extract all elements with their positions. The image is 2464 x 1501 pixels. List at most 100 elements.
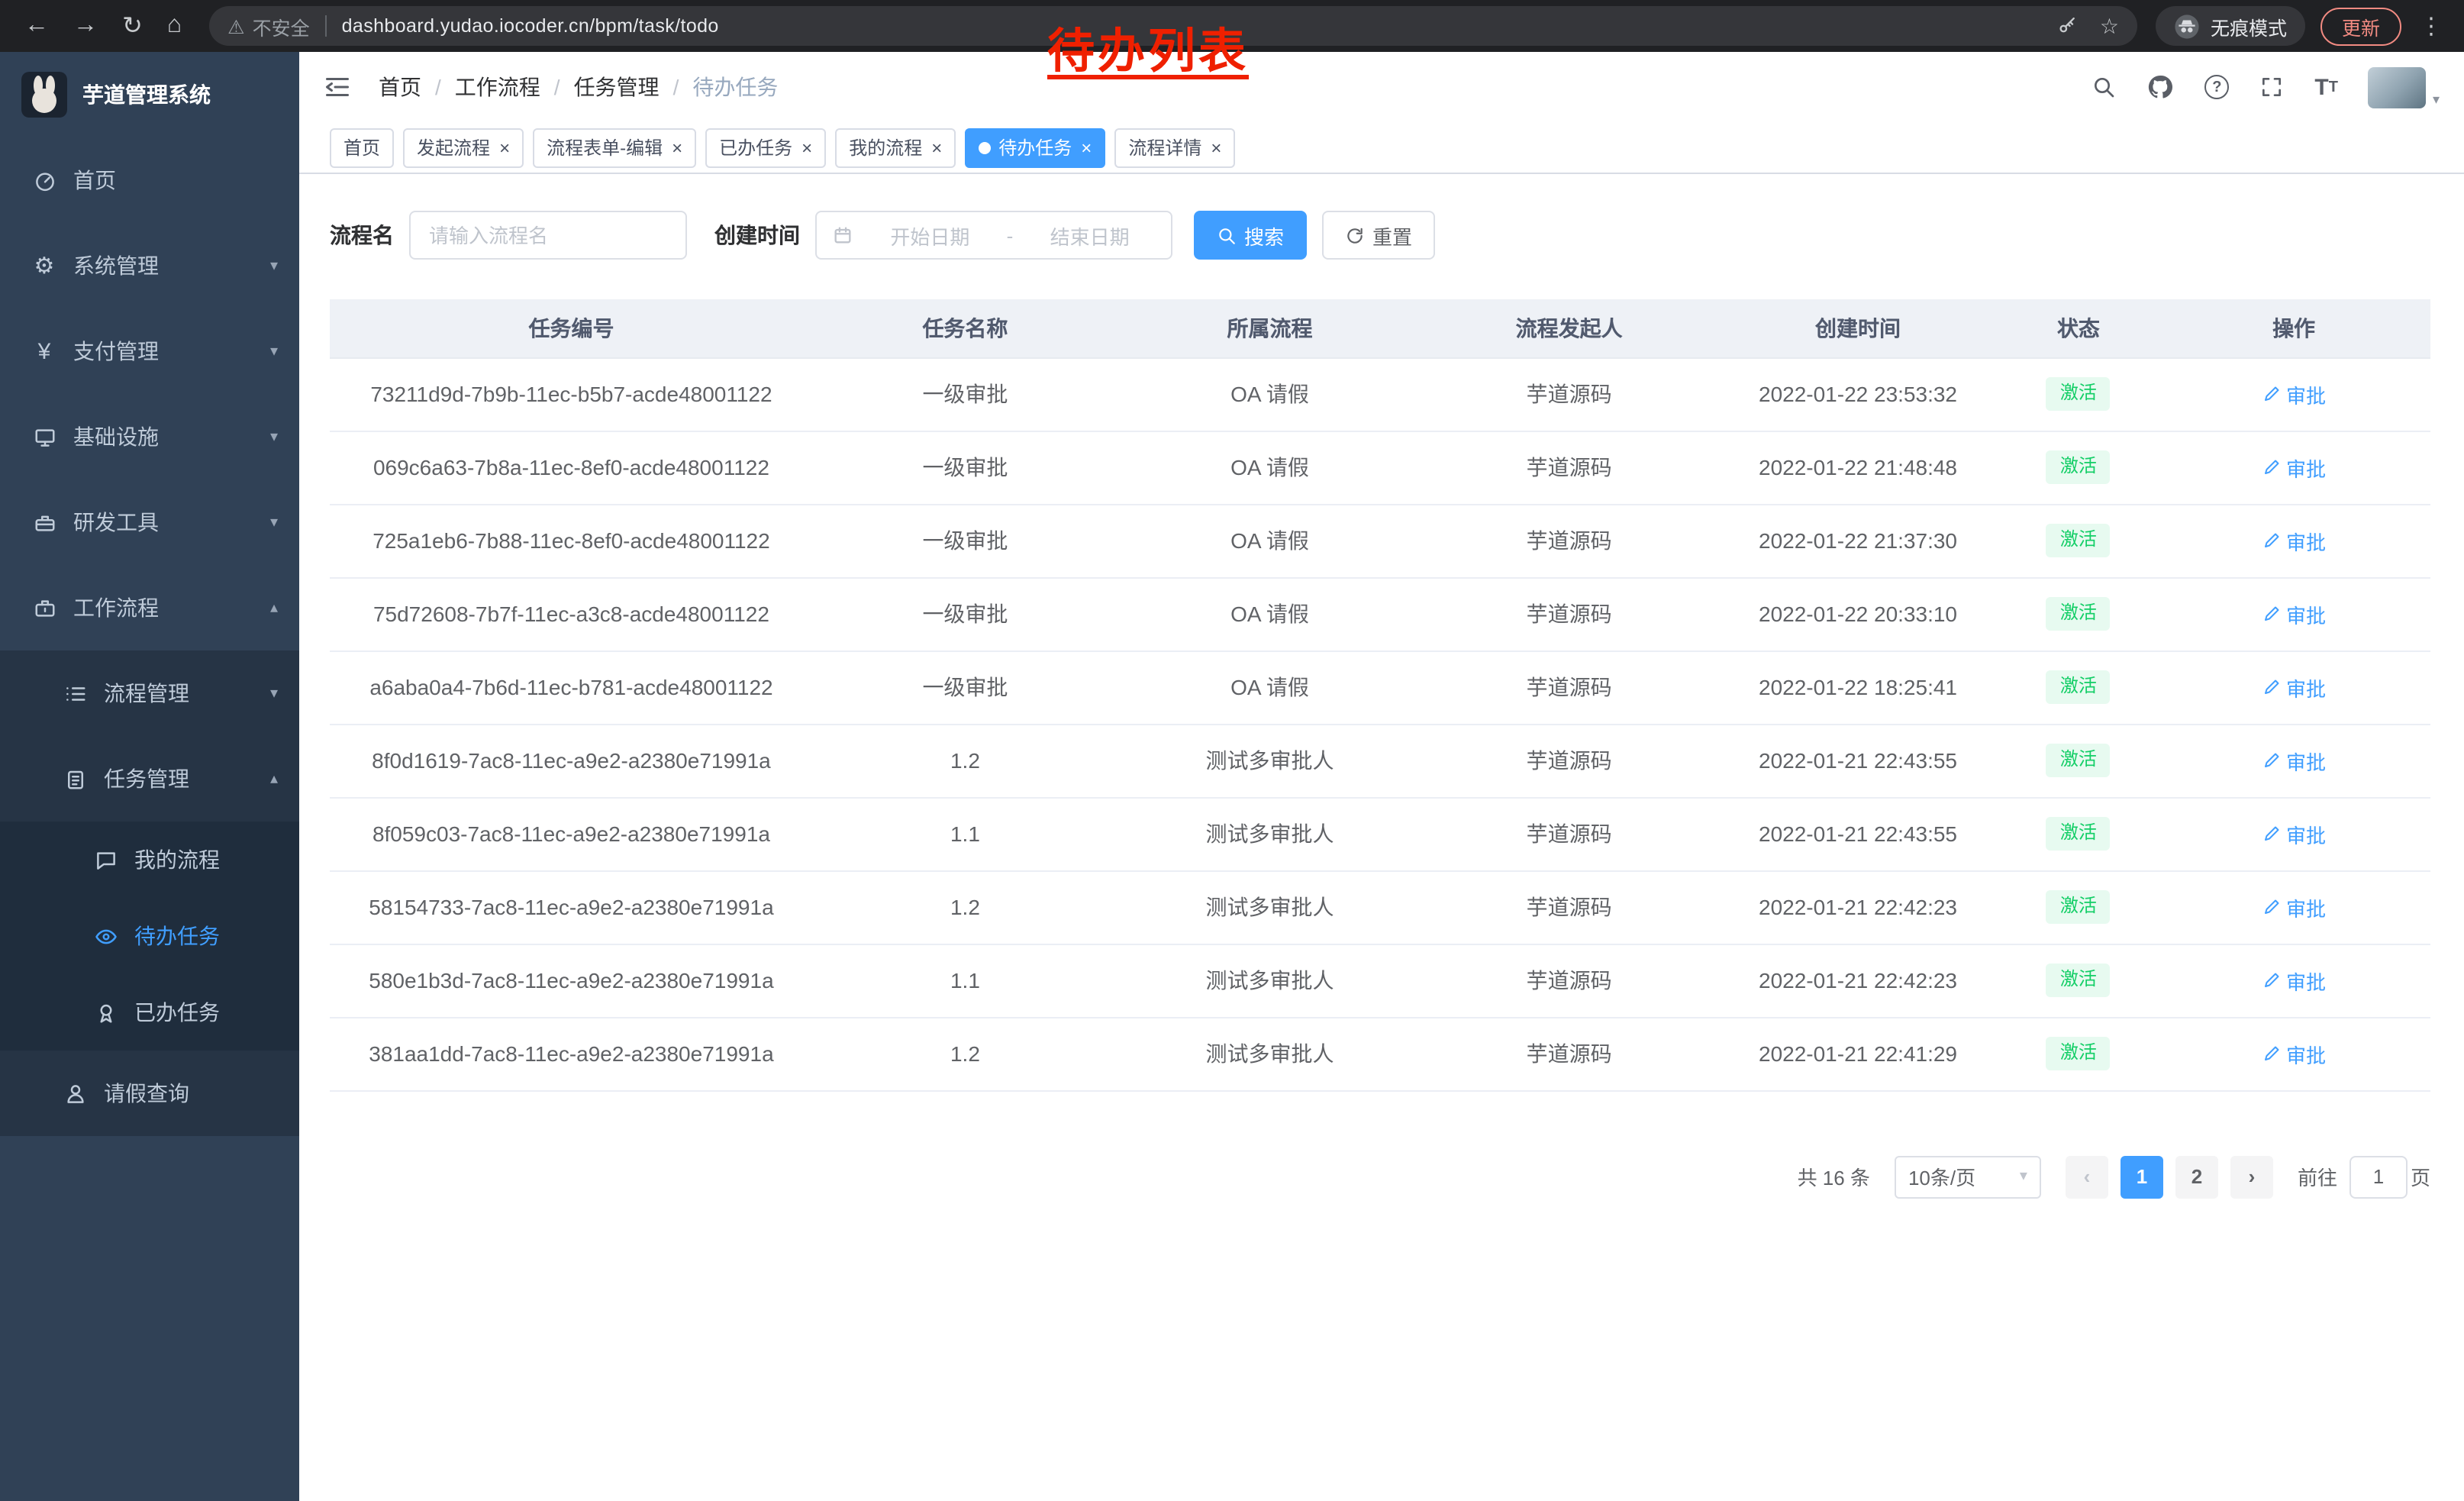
bookmark-star-icon[interactable]: ☆: [2100, 13, 2119, 39]
breadcrumb: 首页 工作流程 任务管理 待办任务: [379, 72, 778, 102]
tab-todo-tasks[interactable]: 待办任务×: [965, 128, 1105, 167]
page-size-select[interactable]: 10条/页 ▾: [1895, 1155, 2041, 1198]
next-page-button[interactable]: ›: [2230, 1155, 2273, 1198]
page-button-2[interactable]: 2: [2175, 1155, 2218, 1198]
process-name-label: 流程名: [330, 220, 394, 250]
breadcrumb-workflow[interactable]: 工作流程: [455, 72, 574, 102]
tag-view-bar: 首页 发起流程× 流程表单-编辑× 已办任务× 我的流程× 待办任务×: [299, 122, 2464, 174]
sidebar-item-leave-query[interactable]: 请假查询: [0, 1051, 299, 1136]
page-button-1[interactable]: 1: [2121, 1155, 2163, 1198]
reload-icon[interactable]: ↻: [122, 11, 143, 41]
table-header-row: 任务编号 任务名称 所属流程 流程发起人 创建时间 状态 操作: [330, 299, 2430, 357]
person-icon: [61, 1082, 89, 1105]
incognito-label: 无痕模式: [2211, 11, 2287, 40]
tab-form-edit[interactable]: 流程表单-编辑×: [533, 128, 696, 167]
search-button[interactable]: 搜索: [1194, 211, 1307, 260]
sidebar-item-my-process[interactable]: 我的流程: [0, 822, 299, 898]
sidebar-item-devtools[interactable]: 研发工具 ▾: [0, 479, 299, 565]
close-icon[interactable]: ×: [1211, 138, 1221, 157]
tab-process-detail[interactable]: 流程详情×: [1114, 128, 1235, 167]
fullscreen-icon[interactable]: [2259, 75, 2284, 99]
sidebar-item-infra[interactable]: 基础设施 ▾: [0, 394, 299, 479]
approve-link[interactable]: 审批: [2262, 819, 2326, 848]
edit-icon: [2262, 898, 2280, 916]
tab-done-tasks[interactable]: 已办任务×: [705, 128, 826, 167]
approve-link[interactable]: 审批: [2262, 1039, 2326, 1068]
total-count: 共 16 条: [1798, 1162, 1870, 1191]
approve-link[interactable]: 审批: [2262, 526, 2326, 555]
close-icon[interactable]: ×: [499, 138, 510, 157]
close-icon[interactable]: ×: [801, 138, 812, 157]
key-icon[interactable]: [2057, 15, 2079, 37]
edit-icon: [2262, 751, 2280, 770]
browser-menu-icon[interactable]: ⋮: [2414, 12, 2449, 40]
sidebar-item-system[interactable]: ⚙ 系统管理 ▾: [0, 223, 299, 308]
chevron-up-icon: ▴: [270, 770, 278, 787]
incognito-icon: [2174, 13, 2200, 39]
avatar-image: [2369, 66, 2427, 108]
status-badge: 激活: [2046, 377, 2111, 410]
close-icon[interactable]: ×: [672, 138, 682, 157]
sidebar: 芋道管理系统 首页 ⚙ 系统管理 ▾ ¥ 支付管理 ▾ 基础设施 ▾: [0, 52, 299, 1501]
status-badge: 激活: [2046, 450, 2111, 483]
status-badge: 激活: [2046, 744, 2111, 776]
status-badge: 激活: [2046, 1037, 2111, 1070]
tab-my-process[interactable]: 我的流程×: [835, 128, 956, 167]
security-label[interactable]: 不安全: [253, 11, 310, 40]
date-separator: -: [1007, 224, 1014, 247]
user-avatar[interactable]: ▾: [2369, 66, 2440, 108]
approve-link[interactable]: 审批: [2262, 966, 2326, 995]
approve-link[interactable]: 审批: [2262, 893, 2326, 922]
col-action: 操作: [2157, 299, 2430, 357]
app-header: 首页 工作流程 任务管理 待办任务 ? TT ▾: [299, 52, 2464, 122]
reset-button[interactable]: 重置: [1322, 211, 1435, 260]
back-icon[interactable]: ←: [24, 12, 49, 40]
page-unit-label: 页: [2411, 1162, 2430, 1191]
breadcrumb-home[interactable]: 首页: [379, 72, 455, 102]
approve-link[interactable]: 审批: [2262, 379, 2326, 408]
table-row: 8f0d1619-7ac8-11ec-a9e2-a2380e71991a 1.2…: [330, 724, 2430, 797]
chat-icon: [92, 848, 119, 871]
search-icon[interactable]: [2091, 75, 2116, 99]
approve-link[interactable]: 审批: [2262, 673, 2326, 702]
sidebar-item-todo-tasks[interactable]: 待办任务: [0, 898, 299, 974]
update-button[interactable]: 更新: [2320, 7, 2401, 45]
home-icon[interactable]: ⌂: [167, 12, 182, 40]
active-dot-icon: [979, 141, 991, 153]
sidebar-item-payment[interactable]: ¥ 支付管理 ▾: [0, 308, 299, 394]
close-icon[interactable]: ×: [1081, 138, 1092, 157]
eye-icon: [92, 925, 119, 947]
approve-link[interactable]: 审批: [2262, 599, 2326, 628]
col-task-name: 任务名称: [813, 299, 1118, 357]
sidebar-item-workflow[interactable]: 工作流程 ▴: [0, 565, 299, 650]
tab-start-process[interactable]: 发起流程×: [403, 128, 524, 167]
breadcrumb-task-mgmt[interactable]: 任务管理: [574, 72, 693, 102]
sidebar-fold-icon[interactable]: [324, 73, 351, 101]
edit-icon: [2262, 605, 2280, 623]
approve-link[interactable]: 审批: [2262, 453, 2326, 482]
status-badge: 激活: [2046, 964, 2111, 996]
sidebar-item-task-mgmt[interactable]: 任务管理 ▴: [0, 736, 299, 822]
warning-icon: ⚠: [227, 15, 244, 37]
app-title: 芋道管理系统: [82, 79, 211, 110]
forward-icon[interactable]: →: [73, 12, 98, 40]
table-row: 069c6a63-7b8a-11ec-8ef0-acde48001122 一级审…: [330, 431, 2430, 504]
prev-page-button[interactable]: ‹: [2066, 1155, 2108, 1198]
edit-icon: [2262, 1044, 2280, 1063]
table-row: 8f059c03-7ac8-11ec-a9e2-a2380e71991a 1.1…: [330, 797, 2430, 870]
close-icon[interactable]: ×: [931, 138, 942, 157]
date-range-picker[interactable]: 开始日期 - 结束日期: [815, 211, 1172, 260]
help-icon[interactable]: ?: [2204, 75, 2229, 99]
tab-home[interactable]: 首页: [330, 128, 394, 167]
goto-page-input[interactable]: [2350, 1155, 2408, 1198]
edit-icon: [2262, 531, 2280, 550]
sidebar-item-home[interactable]: 首页: [0, 137, 299, 223]
sidebar-item-done-tasks[interactable]: 已办任务: [0, 974, 299, 1051]
content-area: 流程名 创建时间 开始日期 - 结束日期 搜索 重: [299, 174, 2464, 1501]
font-size-icon[interactable]: TT: [2314, 74, 2338, 100]
process-name-input[interactable]: [409, 211, 687, 260]
approve-link[interactable]: 审批: [2262, 746, 2326, 775]
sidebar-item-process-mgmt[interactable]: 流程管理 ▾: [0, 650, 299, 736]
list-icon: [61, 682, 89, 705]
github-icon[interactable]: [2146, 73, 2174, 101]
